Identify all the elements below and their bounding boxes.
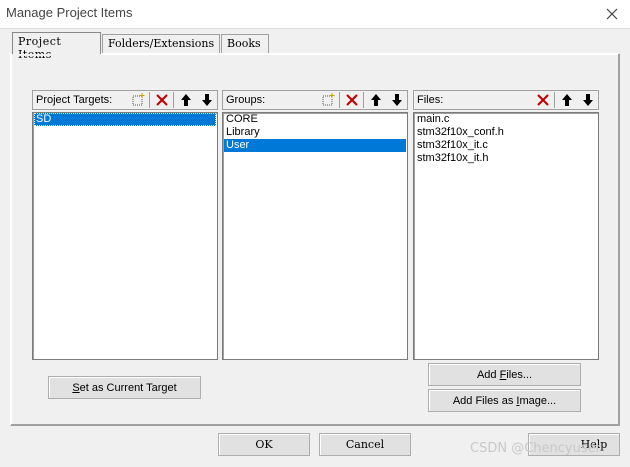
files-header: Files: [413,90,599,110]
button-label: et as Current Target [79,381,177,394]
arrow-down-icon [582,94,593,106]
groups-header: Groups: [222,90,408,110]
list-item[interactable]: CORE [224,113,406,126]
add-files-button[interactable]: Add Files... [428,363,581,386]
move-group-up-button[interactable] [365,91,386,109]
title-separator [0,28,630,29]
button-label: Cancel [345,438,385,451]
files-list[interactable]: main.c stm32f10x_conf.h stm32f10x_it.c stm3… [413,112,599,360]
move-file-up-button[interactable] [556,91,577,109]
button-label: mage... [519,394,557,407]
arrow-up-icon [561,94,572,106]
tab-books[interactable]: Books [221,34,269,53]
targets-label: Project Targets: [36,94,113,106]
toolbar-separator [363,92,364,108]
toolbar-separator [554,92,555,108]
delete-target-button[interactable] [151,91,172,109]
button-label: OK [255,438,273,451]
list-item[interactable]: User [224,139,406,152]
delete-icon [155,94,168,106]
targets-header: Project Targets: [32,90,218,110]
tab-project-items[interactable]: Project Items [12,32,101,61]
tab-folders-extensions[interactable]: Folders/Extensions [102,34,220,53]
new-target-button[interactable] [127,91,148,109]
move-group-down-button[interactable] [386,91,407,109]
groups-label: Groups: [226,94,266,106]
groups-list[interactable]: CORE Library User [222,112,408,360]
arrow-down-icon [201,94,212,106]
toolbar-separator [339,92,340,108]
move-target-down-button[interactable] [196,91,217,109]
targets-list[interactable]: SD [32,112,218,360]
window-title: Manage Project Items [6,5,133,20]
remove-file-button[interactable] [532,91,553,109]
add-files-as-image-button[interactable]: Add Files as Image... [428,389,581,412]
delete-icon [536,94,549,106]
set-as-current-target-button[interactable]: Set as Current Target [48,376,201,399]
list-item[interactable]: stm32f10x_it.h [415,152,597,165]
list-item[interactable]: main.c [415,113,597,126]
list-item[interactable]: Library [224,126,406,139]
tab-label: Folders/Extensions [108,37,215,50]
button-label: Add Files as [452,394,517,407]
button-label: Add [476,368,500,381]
button-label: iles... [506,368,533,381]
files-label: Files: [417,94,444,106]
new-item-icon [322,93,334,106]
ok-button[interactable]: OK [218,433,310,456]
accelerator-key: S [72,381,80,394]
new-item-icon [132,93,144,106]
title-bar: Manage Project Items [0,0,630,28]
accelerator-key: F [499,368,507,381]
list-item[interactable]: stm32f10x_conf.h [415,126,597,139]
list-item[interactable]: SD [34,113,216,126]
move-target-up-button[interactable] [175,91,196,109]
arrow-up-icon [370,94,381,106]
close-icon [606,8,618,20]
delete-icon [345,94,358,106]
move-file-down-button[interactable] [577,91,598,109]
new-group-button[interactable] [317,91,338,109]
arrow-down-icon [391,94,402,106]
toolbar-separator [149,92,150,108]
arrow-up-icon [180,94,191,106]
close-window-button[interactable] [600,4,624,24]
toolbar-separator [173,92,174,108]
list-item[interactable]: stm32f10x_it.c [415,139,597,152]
cancel-button[interactable]: Cancel [319,433,411,456]
tab-label: Books [227,37,261,50]
watermark: CSDN @Chencyuser [470,441,601,456]
delete-group-button[interactable] [341,91,362,109]
